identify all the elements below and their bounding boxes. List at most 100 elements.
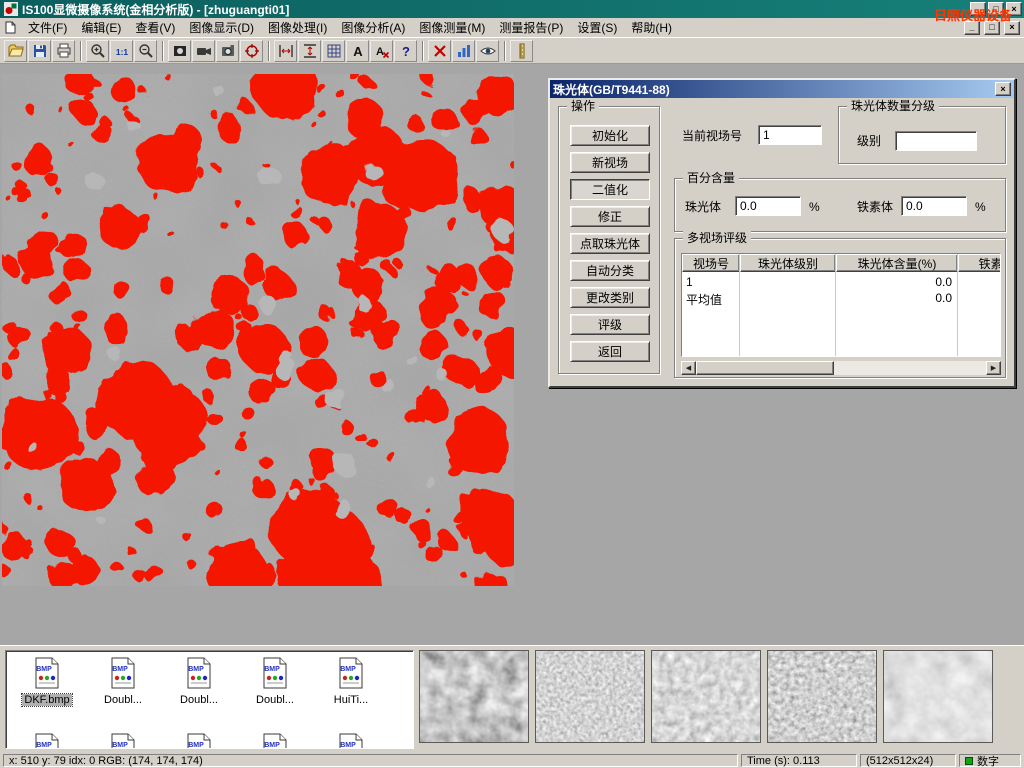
capture-icon[interactable] [216, 40, 239, 62]
ferrite-unit: % [975, 197, 986, 217]
svg-text:?: ? [402, 44, 410, 59]
toolbar-separator [504, 41, 506, 61]
table-row-field[interactable]: 1 [686, 275, 738, 289]
operation-group-label: 操作 [567, 99, 599, 113]
menu-item-7[interactable]: 测量报告(P) [492, 17, 570, 38]
op-button-7[interactable]: 评级 [570, 314, 650, 335]
actual-size-icon[interactable]: 1:1 [110, 40, 133, 62]
status-mode: 数字 [959, 754, 1021, 767]
dialog-titlebar[interactable]: 珠光体(GB/T9441-88) × [550, 80, 1014, 98]
ruler-icon[interactable] [510, 40, 533, 62]
text-style-icon[interactable]: A [370, 40, 393, 62]
statistics-icon[interactable] [452, 40, 475, 62]
zoom-out-icon[interactable] [134, 40, 157, 62]
dialog-close-button[interactable]: × [995, 82, 1011, 96]
thumbnail-1[interactable] [419, 650, 529, 743]
op-button-3[interactable]: 修正 [570, 206, 650, 227]
toolbar-separator [268, 41, 270, 61]
operation-group: 操作 初始化新视场二值化修正点取珠光体自动分类更改类别评级返回 [558, 106, 660, 374]
table-grid-line [739, 254, 740, 356]
thumbnail-3[interactable] [651, 650, 761, 743]
toolbar-separator [162, 41, 164, 61]
pearlite-label: 珠光体 [685, 197, 721, 217]
svg-text:A: A [353, 44, 363, 59]
status-image-size: (512x512x24) [860, 754, 956, 767]
menu-item-0[interactable]: 文件(F) [21, 17, 74, 38]
menu-item-8[interactable]: 设置(S) [570, 17, 624, 38]
menubar: 文件(F)编辑(E)查看(V)图像显示(D)图像处理(I)图像分析(A)图像测量… [0, 18, 1024, 38]
video-camera-icon[interactable] [192, 40, 215, 62]
op-button-5[interactable]: 自动分类 [570, 260, 650, 281]
menu-item-4[interactable]: 图像处理(I) [261, 17, 334, 38]
grading-group-label: 珠光体数量分级 [847, 99, 939, 113]
pearlite-percent-input[interactable] [735, 196, 801, 216]
op-button-1[interactable]: 新视场 [570, 152, 650, 173]
invert-icon[interactable] [168, 40, 191, 62]
measure-width-icon[interactable] [274, 40, 297, 62]
status-time: Time (s): 0.113 [741, 754, 857, 767]
metallographic-image[interactable] [2, 74, 514, 586]
titlebar: IS100显微摄像系统(金相分析版) - [zhuguangti01] _ □ … [0, 0, 1024, 18]
table-header-3[interactable]: 铁素体含量(%) [958, 254, 1001, 272]
document-icon [4, 21, 17, 34]
level-input[interactable] [895, 131, 977, 151]
ferrite-percent-input[interactable] [901, 196, 967, 216]
menu-item-3[interactable]: 图像显示(D) [182, 17, 261, 38]
menu-item-6[interactable]: 图像测量(M) [412, 17, 492, 38]
measure-length-icon[interactable] [298, 40, 321, 62]
delete-mark-icon[interactable] [428, 40, 451, 62]
print-icon[interactable] [52, 40, 75, 62]
table-row-field[interactable]: 平均值 [686, 291, 738, 308]
table-grid-line [957, 254, 958, 356]
table-header-1[interactable]: 珠光体级别 [740, 254, 836, 272]
menu-item-1[interactable]: 编辑(E) [74, 17, 128, 38]
thumbnail-2[interactable] [535, 650, 645, 743]
mode-label: 数字 [977, 753, 999, 768]
thumbnail-4[interactable] [767, 650, 877, 743]
scroll-left-button[interactable]: ◀ [681, 361, 696, 375]
thumbnail-strip [0, 646, 1024, 753]
open-icon[interactable] [4, 40, 27, 62]
help-icon[interactable]: ? [394, 40, 417, 62]
table-horizontal-scrollbar[interactable]: ◀ ▶ [681, 361, 1001, 375]
toolbar-separator [422, 41, 424, 61]
op-button-8[interactable]: 返回 [570, 341, 650, 362]
measure-grid-icon[interactable] [322, 40, 345, 62]
op-button-6[interactable]: 更改类别 [570, 287, 650, 308]
op-button-4[interactable]: 点取珠光体 [570, 233, 650, 254]
scrollbar-track[interactable] [834, 361, 986, 375]
pearlite-dialog: 珠光体(GB/T9441-88) × 操作 初始化新视场二值化修正点取珠光体自动… [548, 78, 1016, 388]
thumbnail-5[interactable] [883, 650, 993, 743]
current-field-label: 当前视场号 [682, 126, 742, 146]
table-header-2[interactable]: 珠光体含量(%) [836, 254, 958, 272]
table-header-0[interactable]: 视场号 [682, 254, 740, 272]
text-annotate-icon[interactable]: A [346, 40, 369, 62]
level-label: 级别 [857, 131, 881, 151]
toolbar-separator [80, 41, 82, 61]
menu-item-5[interactable]: 图像分析(A) [334, 17, 412, 38]
target-icon[interactable] [240, 40, 263, 62]
save-icon[interactable] [28, 40, 51, 62]
table-row-content[interactable]: 0.0 [838, 291, 952, 305]
rating-table[interactable]: 视场号珠光体级别珠光体含量(%)铁素体含量(%) 1 0.0 平均值 0.0 [681, 253, 1001, 357]
op-button-2[interactable]: 二值化 [570, 179, 650, 200]
scroll-right-button[interactable]: ▶ [986, 361, 1001, 375]
current-field-input[interactable] [758, 125, 822, 145]
zoom-in-icon[interactable] [86, 40, 109, 62]
menu-item-9[interactable]: 帮助(H) [624, 17, 679, 38]
dialog-title: 珠光体(GB/T9441-88) [553, 81, 993, 98]
statusbar: x: 510 y: 79 idx: 0 RGB: (174, 174, 174)… [0, 753, 1024, 768]
toolbar: 1:1 AA? [0, 38, 1024, 64]
table-row-content[interactable]: 0.0 [838, 275, 952, 289]
op-button-0[interactable]: 初始化 [570, 125, 650, 146]
mode-indicator-icon [965, 757, 973, 765]
table-grid-line [835, 254, 836, 356]
preview-icon[interactable] [476, 40, 499, 62]
grading-group: 珠光体数量分级 级别 [838, 106, 1006, 164]
ferrite-label: 铁素体 [857, 197, 893, 217]
app-icon [4, 2, 18, 16]
pearlite-unit: % [809, 197, 820, 217]
menu-item-2[interactable]: 查看(V) [128, 17, 182, 38]
scrollbar-thumb[interactable] [696, 361, 834, 375]
bottom-panel: BMPDKF.bmpBMPDoubl...BMPDoubl...BMPDoubl… [0, 645, 1024, 753]
